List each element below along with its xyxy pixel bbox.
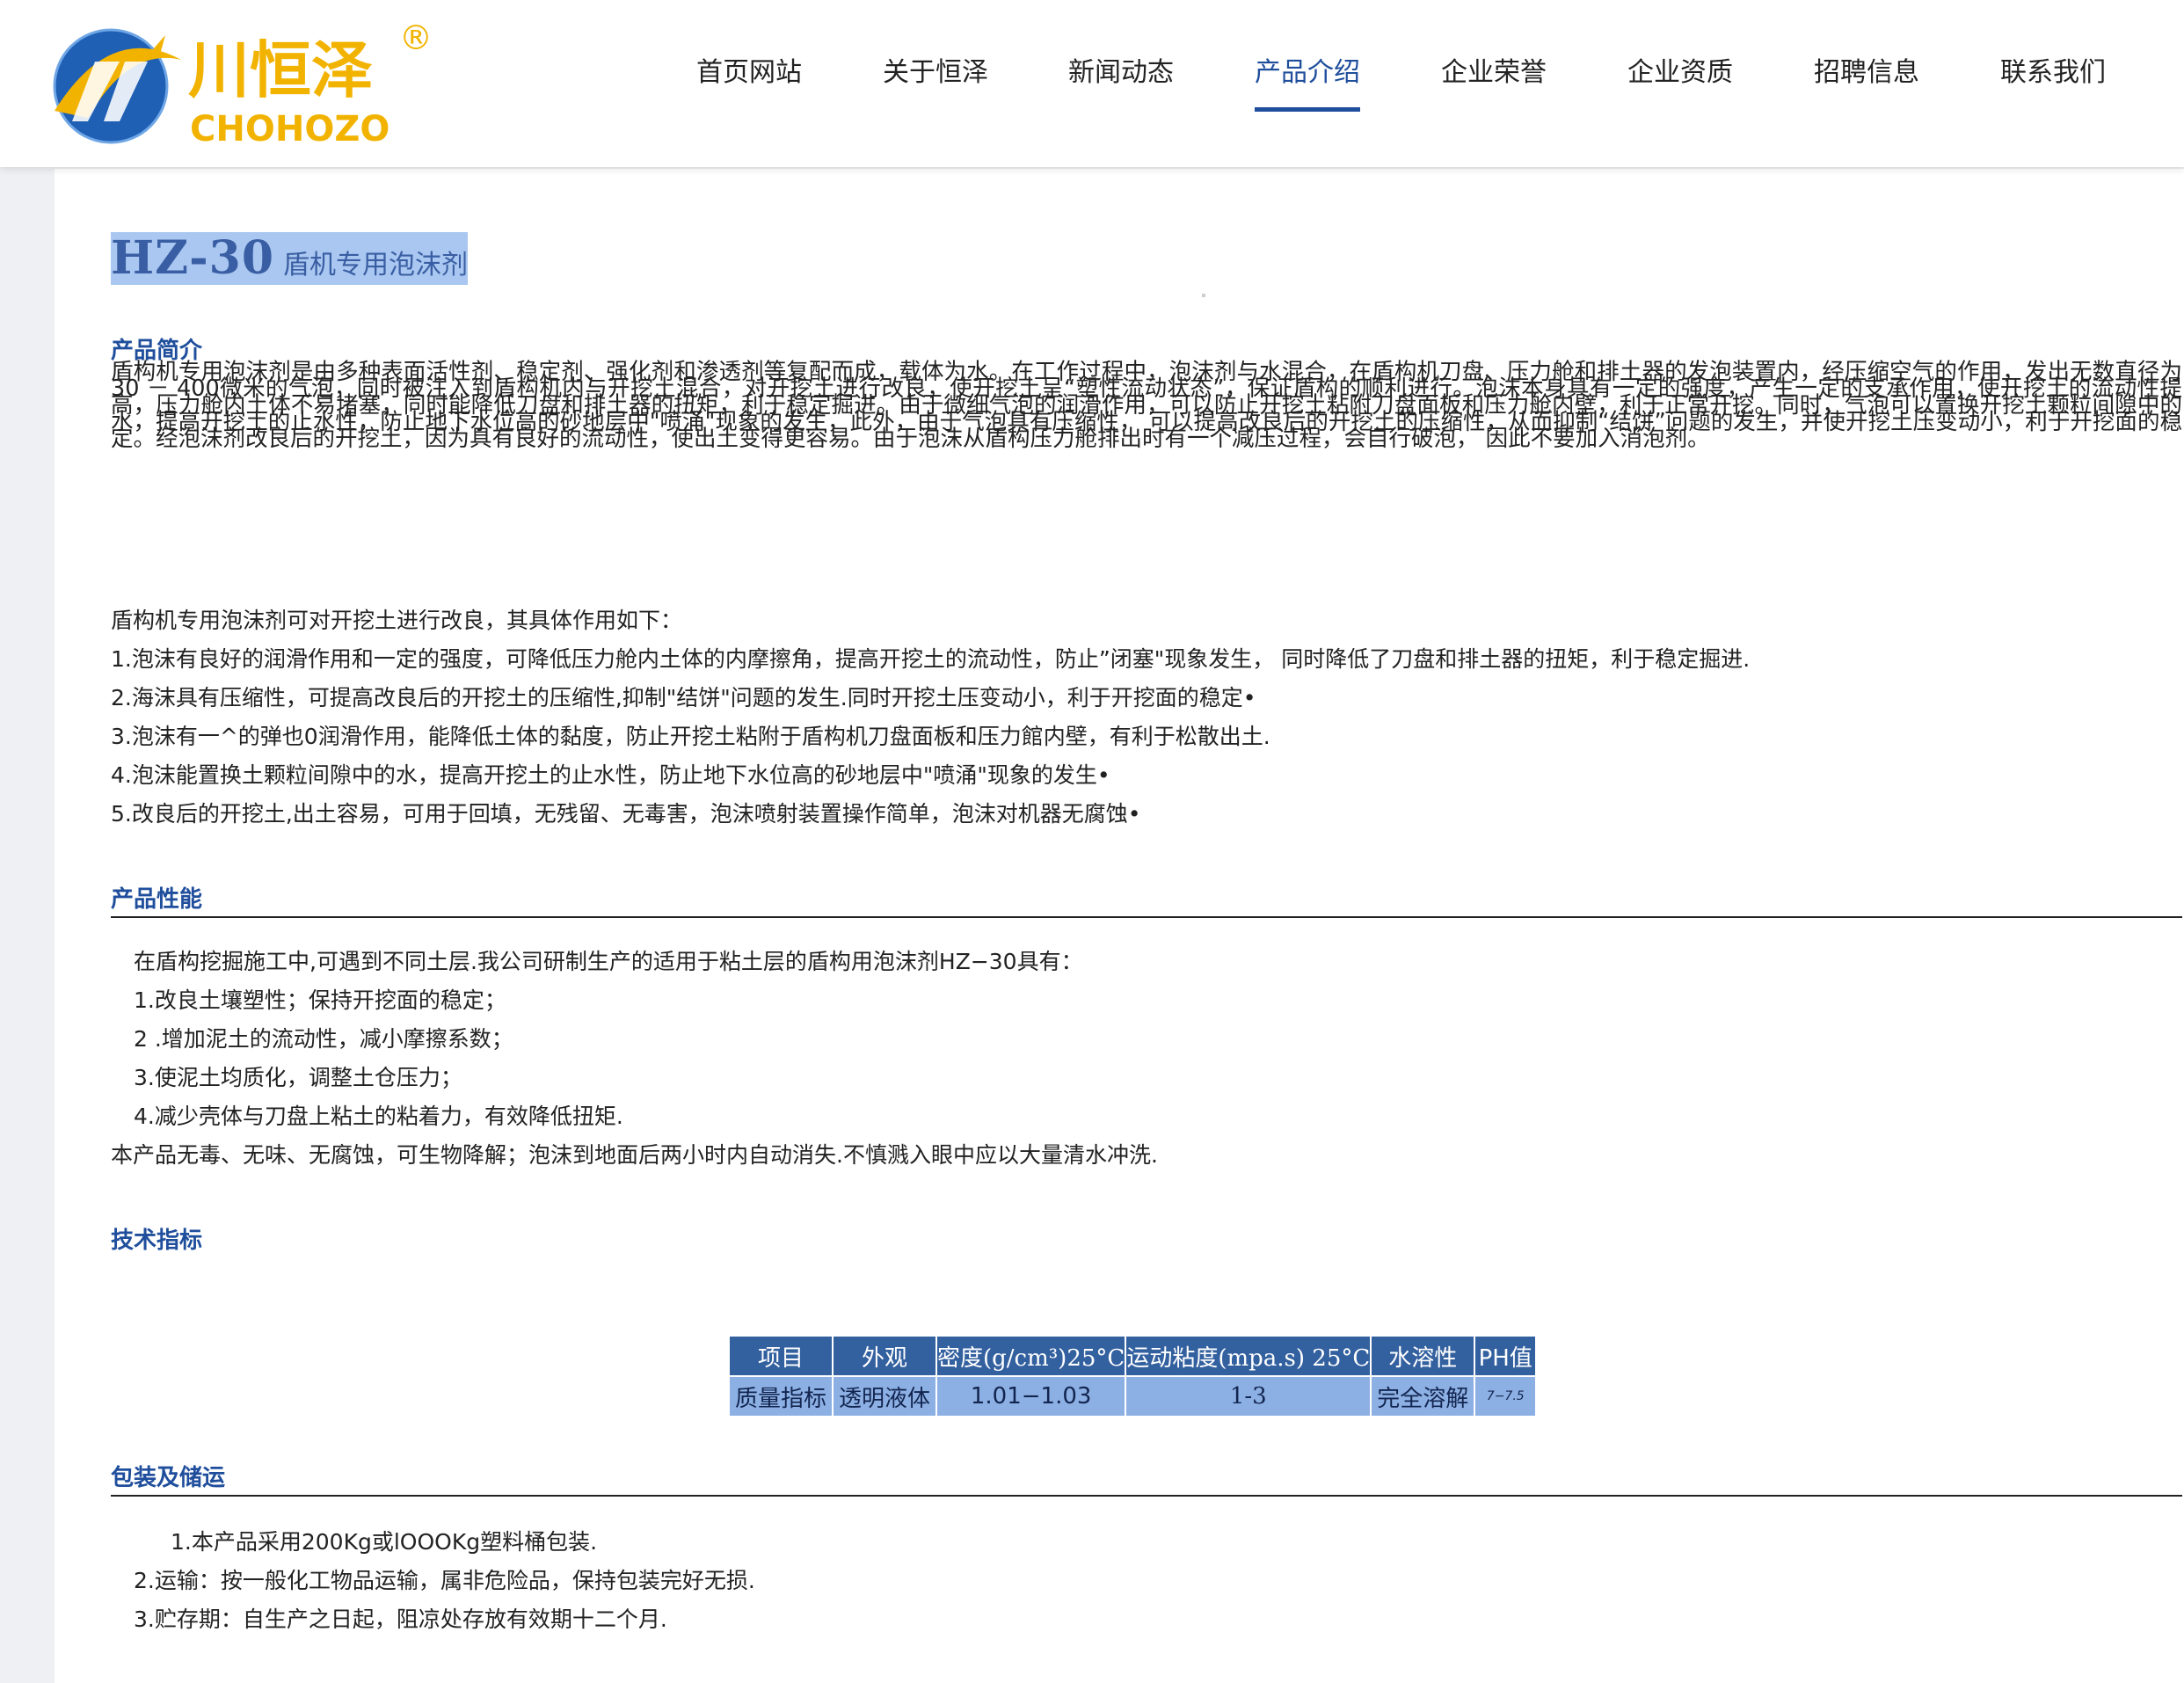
nav-item-honors[interactable]: 企业荣誉 [1441, 51, 1547, 107]
intro-list-item: 4.泡沫能置换土颗粒间隙中的水，提高开挖土的止水性，防止地下水位高的砂地层中"喷… [111, 762, 1110, 788]
packaging-line: 2.运输：按一般化工物品运输，属非危险品，保持包装完好无损. [134, 1568, 755, 1593]
performance-item: 4.减少壳体与刀盘上粘土的粘着力，有效降低扭矩. [134, 1104, 623, 1129]
intro-list-item: 1.泡沫有良好的润滑作用和一定的强度，可降低压力舱内土体的内摩擦角，提高开挖土的… [111, 646, 1751, 672]
intro-list-item: 5.改良后的开挖土,出土容易，可用于回填，无残留、无毒害，泡沫喷射装置操作简单，… [111, 801, 1141, 827]
nav-item-contact[interactable]: 联系我们 [2000, 51, 2106, 107]
product-code: HZ-30 [111, 231, 275, 285]
spec-header-cell: 项目 [728, 1335, 834, 1377]
spec-data-cell: 1-3 [1125, 1375, 1372, 1417]
spec-header-cell: 外观 [832, 1335, 937, 1377]
packaging-divider [111, 1495, 2182, 1497]
spec-header-row: 项目 外观 密度(g/cm³)25°C 运动粘度(mpa.s) 25°C 水溶性… [728, 1335, 1538, 1377]
spec-table: 项目 外观 密度(g/cm³)25°C 运动粘度(mpa.s) 25°C 水溶性… [728, 1335, 1538, 1417]
spec-data-cell: 完全溶解 [1370, 1375, 1476, 1417]
spec-header-cell: 密度(g/cm³)25°C [935, 1335, 1127, 1377]
spec-header-cell: PH值 [1474, 1335, 1538, 1377]
performance-item: 1.改良土壤塑性；保持开挖面的稳定； [134, 987, 506, 1013]
packaging-line: 1.本产品采用200Kg或lOOOKg塑料桶包装. [171, 1529, 598, 1555]
main-nav: 首页网站 关于恒泽 新闻动态 产品介绍 企业荣誉 企业资质 招聘信息 联系我们 [0, 51, 2184, 121]
performance-intro: 在盾构挖掘施工中,可遇到不同土层.我公司研制生产的适用于粘土层的盾构用泡沫剂HZ… [134, 949, 1083, 974]
intro-list-item: 3.泡沫有一^的弹也0润滑作用，能降低土体的黏度，防止开挖土粘附于盾构机刀盘面板… [111, 724, 1270, 749]
spec-data-cell: 7−7.5 [1474, 1375, 1538, 1417]
intro-text: 盾构机专用泡沫剂是由多种表面活性剂、稳定剂、强化剂和渗透剂等复配而成，载体为水。… [111, 359, 2182, 452]
performance-item: 2 .增加泥土的流动性，减小摩擦系数； [134, 1026, 513, 1052]
nav-item-home[interactable]: 首页网站 [696, 51, 802, 107]
intro-list-heading: 盾构机专用泡沫剂可对开挖土进行改良，其具体作用如下： [111, 608, 683, 633]
nav-item-about[interactable]: 关于恒泽 [883, 51, 988, 107]
spec-header-cell: 水溶性 [1370, 1335, 1476, 1377]
performance-note: 本产品无毒、无味、无腐蚀，可生物降解；泡沫到地面后两小时内自动消失.不慎溅入眼中… [111, 1142, 1158, 1168]
spec-data-cell: 质量指标 [728, 1375, 834, 1417]
nav-item-qualifications[interactable]: 企业资质 [1627, 51, 1733, 107]
spec-data-cell: 透明液体 [832, 1375, 937, 1417]
performance-title: 产品性能 [111, 886, 203, 913]
spec-data-row: 质量指标 透明液体 1.01−1.03 1-3 完全溶解 7−7.5 [728, 1375, 1538, 1417]
nav-item-news[interactable]: 新闻动态 [1068, 51, 1174, 107]
intro-list-item: 2.海沫具有压缩性，可提高改良后的开挖土的压缩性,抑制"结饼"问题的发生.同时开… [111, 685, 1256, 710]
product-content: HZ-30 盾机专用泡沫剂 产品简介 盾构机专用泡沫剂是由多种表面活性剂、稳定剂、… [55, 169, 2184, 1683]
spec-title: 技术指标 [111, 1228, 203, 1254]
product-title: HZ-30 盾机专用泡沫剂 [111, 231, 469, 285]
spec-data-cell: 1.01−1.03 [935, 1375, 1127, 1417]
stray-dot [1202, 294, 1205, 297]
nav-item-products[interactable]: 产品介绍 [1255, 51, 1360, 112]
performance-divider [111, 916, 2182, 918]
performance-item: 3.使泥土均质化，调整土仓压力； [134, 1065, 462, 1090]
packaging-line: 3.贮存期：自生产之日起，阻凉处存放有效期十二个月. [134, 1606, 667, 1632]
spec-header-cell: 运动粘度(mpa.s) 25°C [1125, 1335, 1372, 1377]
packaging-title: 包装及储运 [111, 1465, 226, 1491]
product-name: 盾机专用泡沫剂 [283, 250, 469, 280]
nav-item-jobs[interactable]: 招聘信息 [1814, 51, 1919, 107]
site-header: 川恒泽 CHOHOZO ® 首页网站 关于恒泽 新闻动态 产品介绍 企业荣誉 企… [0, 0, 2184, 167]
